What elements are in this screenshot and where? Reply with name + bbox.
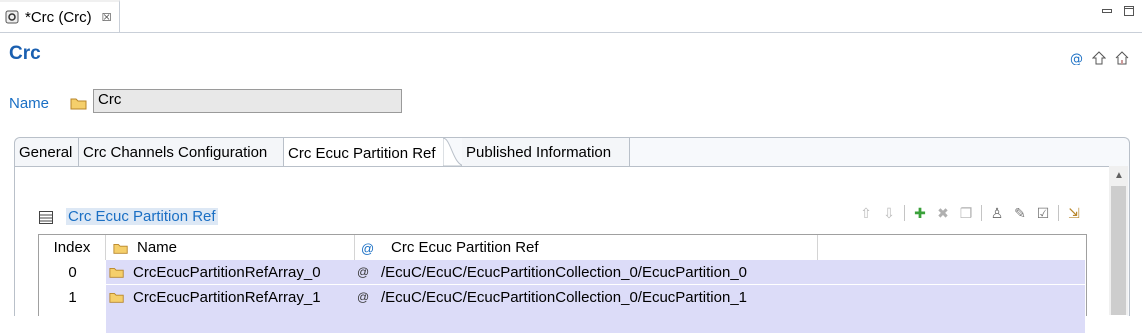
close-tab-icon[interactable]: ☒: [102, 11, 112, 24]
reference-icon[interactable]: @: [1069, 51, 1083, 65]
row-ref: /EcuC/EcuC/EcucPartitionCollection_0/Ecu…: [381, 263, 748, 281]
editor-tab-bar: [0, 0, 1142, 33]
folder-icon: [109, 268, 124, 278]
svg-text:@: @: [1070, 52, 1083, 65]
vertical-scrollbar[interactable]: ▲: [1109, 166, 1128, 315]
folder-icon: [70, 98, 87, 110]
tab-general[interactable]: General: [15, 138, 79, 166]
table-row[interactable]: 1 CrcEcucPartitionRefArray_1 @ /EcuC/Ecu…: [39, 284, 1085, 309]
column-header-empty: [818, 235, 1085, 260]
partition-ref-table: Index Name @ Crc Ecuc Partition Ref 0 Cr…: [38, 234, 1087, 333]
home-icon[interactable]: [1115, 51, 1129, 65]
table-row[interactable]: 0 CrcEcucPartitionRefArray_0 @ /EcuC/Ecu…: [39, 260, 1085, 284]
window-buttons: [1102, 6, 1134, 16]
row-name-cell[interactable]: CrcEcucPartitionRefArray_0: [106, 260, 355, 284]
toolbar-separator: [981, 205, 982, 221]
name-field[interactable]: Crc: [93, 89, 402, 113]
maximize-icon[interactable]: [1124, 6, 1134, 16]
export-icon[interactable]: ⇲: [1066, 205, 1082, 221]
column-header-name[interactable]: Name: [106, 235, 355, 260]
tab-published-information[interactable]: Published Information: [462, 138, 630, 166]
copy-icon[interactable]: ❐: [958, 205, 974, 221]
tab-crc-ecuc-partition-ref[interactable]: Crc Ecuc Partition Ref: [284, 138, 444, 168]
user-icon[interactable]: ♙: [989, 205, 1005, 221]
column-header-ref[interactable]: @ Crc Ecuc Partition Ref: [355, 235, 818, 260]
reference-icon: @: [357, 290, 370, 304]
row-index: 1: [39, 285, 106, 309]
edit-icon[interactable]: ✎: [1012, 205, 1028, 221]
tab-crc-channels-configuration[interactable]: Crc Channels Configuration: [79, 138, 284, 166]
folder-icon: [109, 293, 124, 303]
row-index: 0: [39, 260, 106, 284]
row-ref-cell[interactable]: @ /EcuC/EcuC/EcucPartitionCollection_0/E…: [355, 260, 1085, 284]
row-name-cell[interactable]: CrcEcucPartitionRefArray_1: [106, 285, 355, 309]
column-header-index[interactable]: Index: [39, 235, 106, 260]
table-icon: [39, 211, 53, 224]
reference-icon: @: [361, 240, 375, 256]
move-up-icon[interactable]: ⇧: [858, 205, 874, 221]
delete-icon[interactable]: ✖: [935, 205, 951, 221]
toolbar-separator: [1058, 205, 1059, 221]
row-name: CrcEcucPartitionRefArray_1: [133, 288, 321, 306]
column-header-ref-label: Crc Ecuc Partition Ref: [391, 239, 539, 256]
table-section-title: Crc Ecuc Partition Ref: [66, 208, 218, 225]
row-ref: /EcuC/EcuC/EcucPartitionCollection_0/Ecu…: [381, 288, 748, 306]
scrollbar-thumb[interactable]: [1111, 186, 1126, 315]
page-title: Crc: [9, 43, 41, 64]
up-arrow-icon[interactable]: [1092, 51, 1106, 65]
toolbar-separator: [904, 205, 905, 221]
column-header-name-label: Name: [137, 239, 178, 256]
table-row-empty: [39, 309, 1085, 333]
column-header-index-label: Index: [53, 239, 91, 256]
add-icon[interactable]: ✚: [912, 205, 928, 221]
header-actions: @: [1069, 51, 1129, 65]
folder-icon: [113, 243, 128, 254]
name-label: Name: [9, 95, 50, 112]
row-name: CrcEcucPartitionRefArray_0: [133, 263, 321, 281]
reference-icon: @: [357, 265, 370, 279]
editor-tab-label: *Crc (Crc): [25, 8, 92, 26]
module-icon: [5, 10, 19, 24]
move-down-icon[interactable]: ⇩: [881, 205, 897, 221]
editor-tab[interactable]: *Crc (Crc) ☒: [0, 0, 120, 32]
minimize-icon[interactable]: [1102, 6, 1112, 16]
row-ref-cell[interactable]: @ /EcuC/EcuC/EcucPartitionCollection_0/E…: [355, 285, 1085, 309]
scroll-up-icon[interactable]: ▲: [1114, 170, 1124, 181]
row-index-empty: [39, 309, 106, 333]
properties-icon[interactable]: ☑: [1035, 205, 1051, 221]
row-empty-cell: [106, 309, 1085, 333]
table-toolbar: ⇧ ⇩ ✚ ✖ ❐ ♙ ✎ ☑ ⇲: [858, 205, 1082, 221]
